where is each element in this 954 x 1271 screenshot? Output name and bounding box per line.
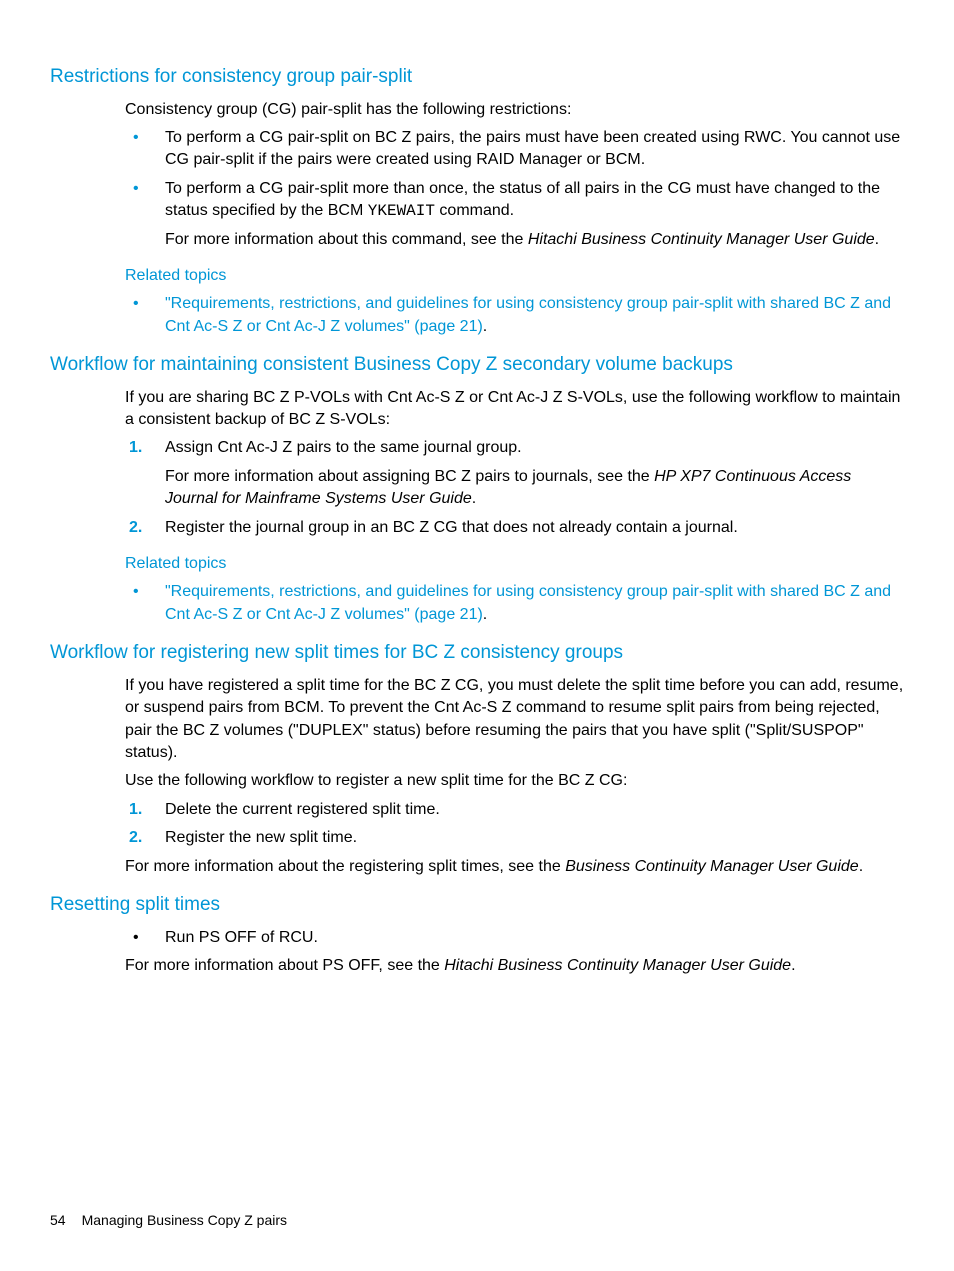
doc-title: Business Continuity Manager User Guide <box>565 858 858 875</box>
list-item: "Requirements, restrictions, and guideli… <box>125 293 904 338</box>
list-item: Register the new split time. <box>125 827 904 849</box>
related-topics-label: Related topics <box>125 553 904 575</box>
text: . <box>472 490 476 507</box>
text: For more information about this command,… <box>165 231 528 248</box>
related-list: "Requirements, restrictions, and guideli… <box>125 293 904 338</box>
intro-text: Consistency group (CG) pair-split has th… <box>125 99 904 121</box>
more-info: For more information about this command,… <box>165 229 904 251</box>
text: Assign Cnt Ac-J Z pairs to the same jour… <box>165 439 522 456</box>
text: For more information about the registeri… <box>125 858 565 875</box>
intro-text: If you are sharing BC Z P-VOLs with Cnt … <box>125 387 904 432</box>
list-item: Run PS OFF of RCU. <box>125 927 904 949</box>
more-info: For more information about the registeri… <box>125 856 904 878</box>
paragraph: Use the following workflow to register a… <box>125 770 904 792</box>
text: To perform a CG pair-split more than onc… <box>165 180 880 219</box>
heading-restrictions: Restrictions for consistency group pair-… <box>50 64 904 91</box>
heading-resetting: Resetting split times <box>50 892 904 919</box>
workflow-steps: Delete the current registered split time… <box>125 799 904 850</box>
doc-title: Hitachi Business Continuity Manager User… <box>528 231 875 248</box>
related-link[interactable]: "Requirements, restrictions, and guideli… <box>165 295 891 334</box>
text: For more information about PS OFF, see t… <box>125 957 444 974</box>
code-text: YKEWAIT <box>368 202 435 220</box>
page-footer: 54 Managing Business Copy Z pairs <box>50 1211 287 1231</box>
heading-workflow-split: Workflow for registering new split times… <box>50 640 904 667</box>
list-item: Register the journal group in an BC Z CG… <box>125 517 904 539</box>
text: . <box>791 957 795 974</box>
list-item: To perform a CG pair-split more than onc… <box>125 178 904 251</box>
resetting-list: Run PS OFF of RCU. <box>125 927 904 949</box>
more-info: For more information about assigning BC … <box>165 466 904 511</box>
text: command. <box>435 202 514 219</box>
text: . <box>483 606 487 623</box>
list-item: "Requirements, restrictions, and guideli… <box>125 581 904 626</box>
related-list: "Requirements, restrictions, and guideli… <box>125 581 904 626</box>
page-number: 54 <box>50 1212 66 1228</box>
doc-title: Hitachi Business Continuity Manager User… <box>444 957 791 974</box>
text: For more information about assigning BC … <box>165 468 654 485</box>
footer-title: Managing Business Copy Z pairs <box>82 1212 287 1228</box>
restrictions-list: To perform a CG pair-split on BC Z pairs… <box>125 127 904 251</box>
text: . <box>859 858 863 875</box>
related-link[interactable]: "Requirements, restrictions, and guideli… <box>165 583 891 622</box>
more-info: For more information about PS OFF, see t… <box>125 955 904 977</box>
list-item: To perform a CG pair-split on BC Z pairs… <box>125 127 904 172</box>
text: . <box>875 231 879 248</box>
related-topics-label: Related topics <box>125 265 904 287</box>
paragraph: If you have registered a split time for … <box>125 675 904 765</box>
heading-workflow-backup: Workflow for maintaining consistent Busi… <box>50 352 904 379</box>
list-item: Delete the current registered split time… <box>125 799 904 821</box>
list-item: Assign Cnt Ac-J Z pairs to the same jour… <box>125 437 904 510</box>
text: . <box>483 318 487 335</box>
workflow-steps: Assign Cnt Ac-J Z pairs to the same jour… <box>125 437 904 539</box>
